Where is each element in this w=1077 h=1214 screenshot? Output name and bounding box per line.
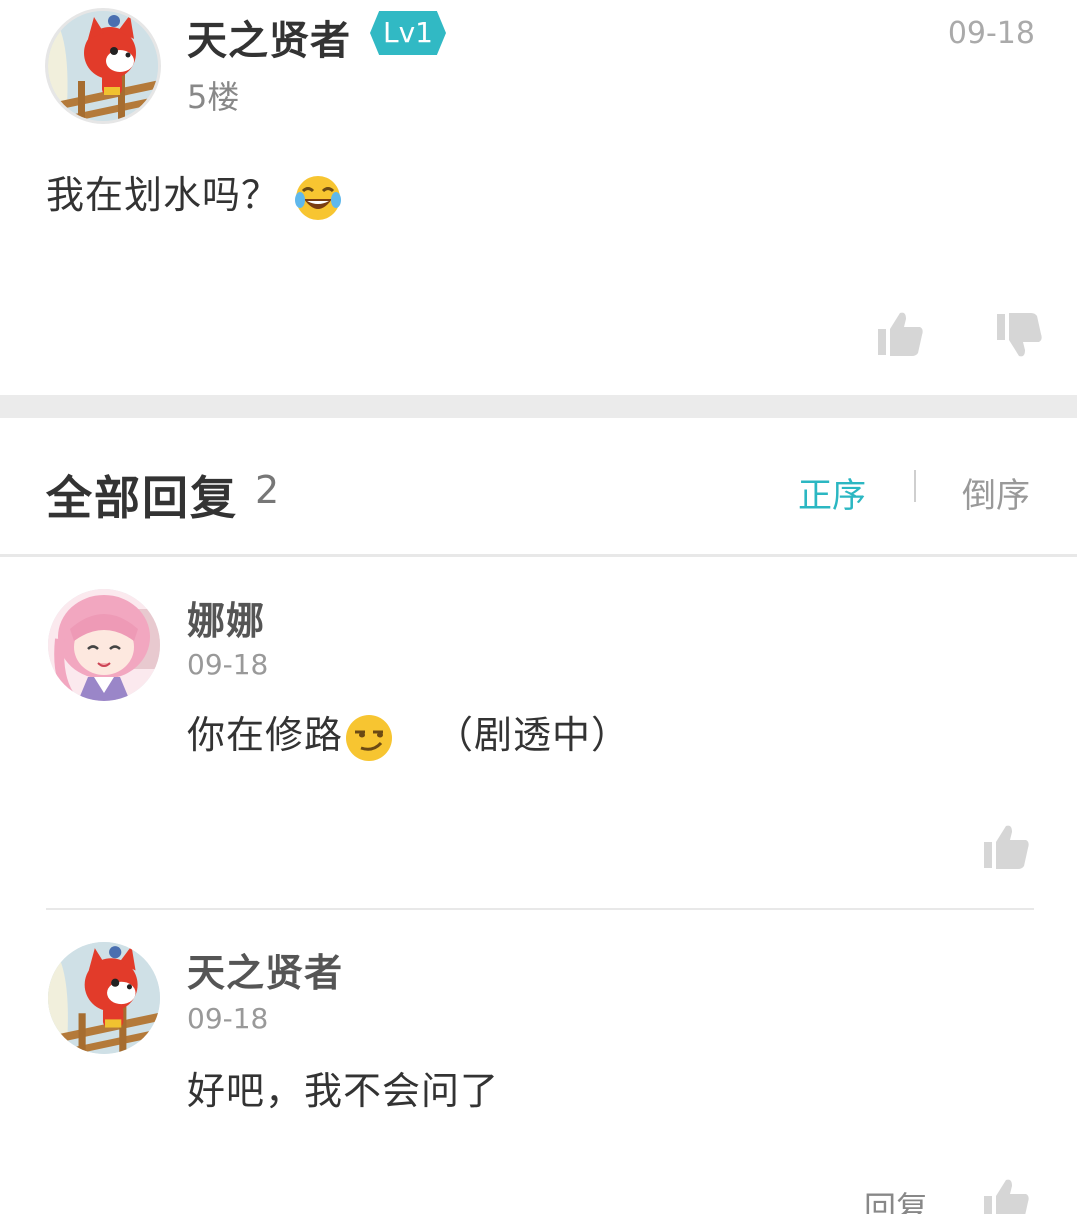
- sort-separator: [914, 470, 916, 502]
- reply-content: 你在修路 （剧透中）: [187, 704, 630, 764]
- anime-girl-avatar-image: [48, 589, 160, 701]
- section-divider: [0, 395, 1077, 418]
- thumbs-up-icon[interactable]: [982, 822, 1030, 870]
- replies-count: 2: [255, 468, 280, 512]
- post-date: 09-18: [947, 16, 1035, 51]
- smirk-emoji: [346, 714, 393, 761]
- post-author-avatar[interactable]: [45, 8, 161, 124]
- reply-author-name[interactable]: 娜娜: [187, 590, 265, 645]
- reply-date: 09-18: [187, 648, 269, 681]
- post-author-name[interactable]: 天之贤者: [187, 8, 351, 66]
- reply-date: 09-18: [187, 1002, 269, 1035]
- header-divider: [0, 554, 1077, 557]
- reply-button[interactable]: 回复: [864, 1183, 928, 1214]
- thumbs-up-icon[interactable]: [982, 1176, 1030, 1214]
- sort-descending-button[interactable]: 倒序: [962, 468, 1030, 517]
- sort-ascending-button[interactable]: 正序: [798, 468, 866, 517]
- main-post: 天之贤者 Lv1 5楼 09-18 我在划水吗？: [0, 0, 1077, 395]
- reply-content-spoiler: （剧透中）: [435, 713, 631, 757]
- reply-author-avatar[interactable]: [48, 942, 160, 1054]
- reply-content: 好吧，我不会问了: [187, 1069, 500, 1113]
- post-content-text: 我在划水吗？: [46, 173, 281, 217]
- replies-title: 全部回复: [46, 471, 238, 525]
- floor-number: 5楼: [187, 78, 240, 116]
- replies-header: 全部回复 2 正序 倒序: [0, 418, 1077, 554]
- thumbs-up-icon[interactable]: [876, 309, 924, 357]
- level-badge: Lv1: [370, 11, 446, 55]
- fox-avatar-image: [48, 11, 158, 121]
- laugh-cry-emoji: [295, 175, 342, 220]
- reply-author-name[interactable]: 天之贤者: [187, 942, 343, 997]
- fox-avatar-image: [48, 942, 160, 1054]
- thumbs-down-icon[interactable]: [995, 312, 1043, 360]
- reply-content-text: 你在修路: [187, 713, 344, 757]
- reply-divider: [46, 908, 1034, 910]
- reply-author-avatar[interactable]: [48, 589, 160, 701]
- post-content: 我在划水吗？: [46, 164, 343, 223]
